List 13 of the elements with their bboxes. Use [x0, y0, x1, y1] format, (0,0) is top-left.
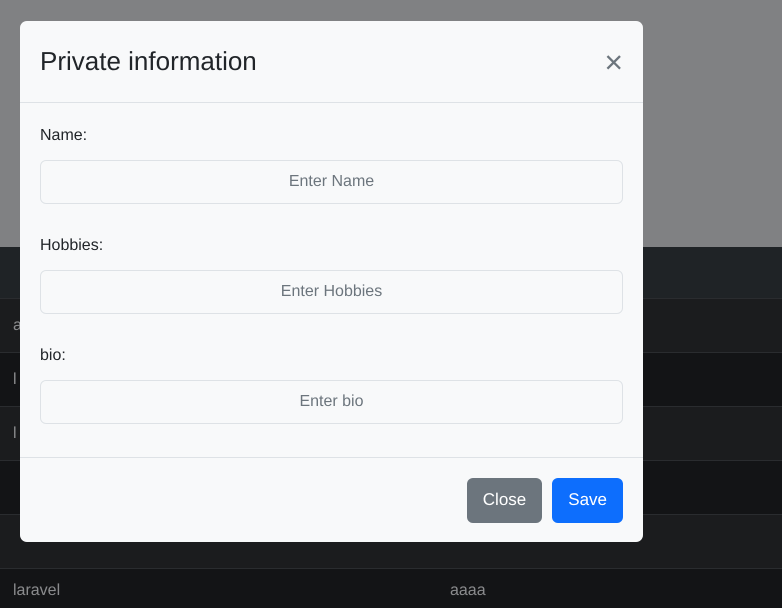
field-label: bio:	[40, 347, 67, 366]
table-cell: laravel	[13, 582, 60, 600]
save-button[interactable]: Save	[552, 478, 623, 522]
input-field[interactable]: Enter Hobbies	[40, 270, 623, 314]
table-cell: aaaa	[450, 582, 486, 600]
close-button[interactable]: Close	[466, 478, 542, 522]
table-cell: l	[13, 424, 17, 442]
table-cell: l	[13, 370, 17, 388]
input-field[interactable]: Enter bio	[40, 380, 623, 424]
field-label: Name:	[40, 127, 88, 146]
input-field[interactable]: Enter Name	[40, 160, 623, 204]
field-label: Hobbies:	[40, 237, 104, 256]
modal-title: Private information	[40, 46, 257, 77]
